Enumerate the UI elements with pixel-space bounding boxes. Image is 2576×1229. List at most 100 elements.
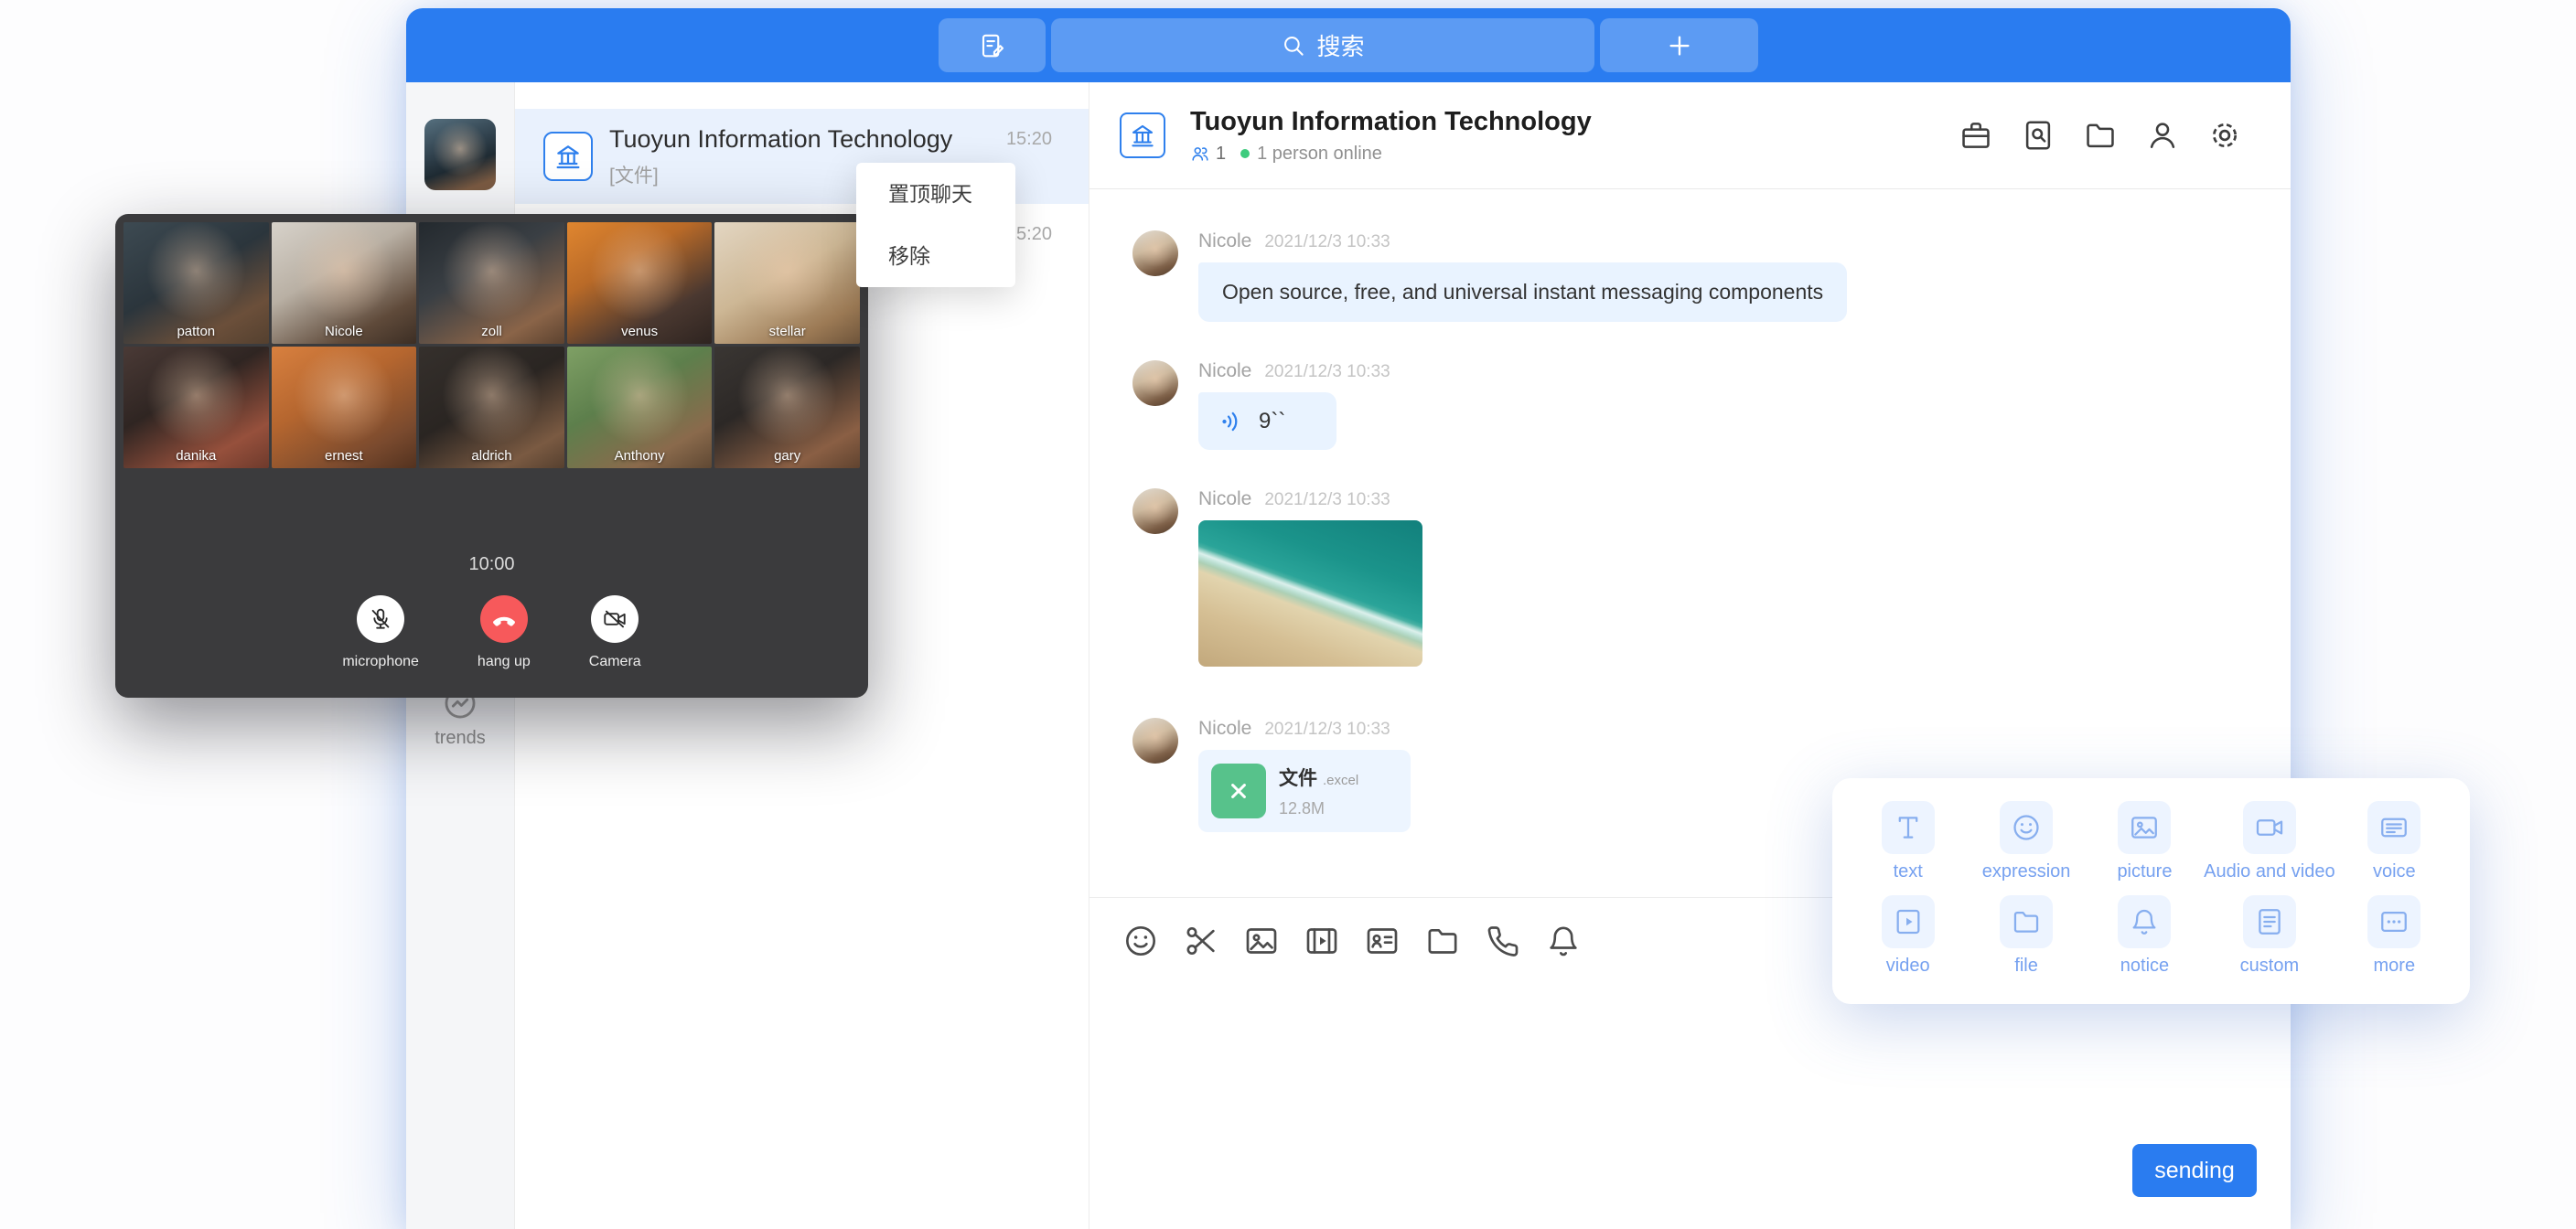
context-menu-item-remove[interactable]: 移除 (856, 225, 1015, 287)
sender-name: Nicole (1198, 718, 1251, 740)
contact-card-icon (1364, 923, 1401, 959)
more-icon (2367, 895, 2420, 948)
video-call-window: patton Nicole zoll venus stellar danika … (115, 214, 868, 698)
files-button[interactable] (2083, 118, 2118, 153)
video-tile: danika (123, 347, 269, 468)
image-message-thumbnail[interactable] (1198, 520, 1422, 667)
chat-history-icon (2021, 118, 2055, 153)
plus-icon (1666, 32, 1693, 59)
audio-video-icon (2243, 801, 2296, 854)
popover-item-audio-video[interactable]: Audio and video (2204, 801, 2334, 882)
chat-header-info: Tuoyun Information Technology 1 1 person… (1190, 107, 1592, 165)
notice-bell-icon (2118, 895, 2171, 948)
control-label: hang up (478, 654, 531, 670)
create-note-icon (979, 32, 1006, 59)
member-count: 1 (1216, 144, 1226, 165)
message-meta: Nicole 2021/12/3 10:33 (1198, 360, 1390, 384)
participant-name: venus (621, 324, 658, 339)
call-button[interactable] (1485, 923, 1521, 959)
online-status: 1 person online (1257, 144, 1382, 165)
message-body: Nicole 2021/12/3 10:33 9`` (1198, 360, 1390, 450)
add-button[interactable] (1600, 18, 1758, 72)
popover-item-voice[interactable]: voice (2335, 801, 2453, 882)
emoji-button[interactable] (1122, 923, 1159, 959)
search-icon (1281, 33, 1305, 58)
video-tile: venus (567, 222, 713, 344)
picture-button[interactable] (1243, 923, 1280, 959)
search-input[interactable]: 搜索 (1051, 18, 1594, 72)
archive-button[interactable] (1959, 118, 1993, 153)
members-button[interactable] (2145, 118, 2180, 153)
emoji-icon (1122, 923, 1159, 959)
text-icon (1882, 801, 1935, 854)
participant-name: ernest (325, 448, 363, 464)
video-button[interactable] (1304, 923, 1340, 959)
file-button[interactable] (1424, 923, 1461, 959)
settings-button[interactable] (2207, 118, 2242, 153)
message-voice: Nicole 2021/12/3 10:33 9`` (1132, 360, 2254, 450)
sender-avatar[interactable] (1132, 230, 1178, 276)
voice-message-bubble[interactable]: 9`` (1198, 392, 1336, 450)
topbar-controls: 搜索 (939, 18, 1758, 72)
message-meta: Nicole 2021/12/3 10:33 (1198, 488, 1422, 512)
screenshot-button[interactable] (1183, 923, 1219, 959)
voice-card-icon (2367, 801, 2420, 854)
search-placeholder: 搜索 (1316, 28, 1364, 62)
participant-name: Anthony (615, 448, 665, 464)
file-size: 12.8M (1279, 799, 1358, 818)
contact-card-button[interactable] (1364, 923, 1401, 959)
message-timestamp: 2021/12/3 10:33 (1264, 362, 1390, 382)
bell-icon (1545, 923, 1582, 959)
hang-up-control: hang up (478, 595, 531, 670)
popover-item-expression[interactable]: expression (1967, 801, 2085, 882)
context-menu: 置顶聊天 移除 (856, 163, 1015, 287)
picture-icon (1243, 923, 1280, 959)
sender-name: Nicole (1198, 230, 1251, 252)
sender-avatar[interactable] (1132, 488, 1178, 534)
popover-item-file[interactable]: file (1967, 895, 2085, 977)
popover-item-text[interactable]: text (1849, 801, 1967, 882)
popover-item-video[interactable]: video (1849, 895, 1967, 977)
archive-icon (1959, 118, 1993, 153)
file-info: 文件 .excel 12.8M (1279, 764, 1358, 818)
text-message-bubble: Open source, free, and universal instant… (1198, 262, 1847, 322)
sender-avatar[interactable] (1132, 360, 1178, 406)
video-tile: zoll (419, 222, 564, 344)
message-body: Nicole 2021/12/3 10:33 Open source, free… (1198, 230, 1847, 322)
notice-button[interactable] (1545, 923, 1582, 959)
popover-item-picture[interactable]: picture (2086, 801, 2204, 882)
excel-x-icon (1226, 778, 1251, 804)
control-label: microphone (342, 654, 419, 670)
trends-label: trends (435, 728, 486, 749)
sender-avatar[interactable] (1132, 718, 1178, 764)
members-icon (1190, 144, 1210, 164)
group-avatar (1120, 112, 1165, 158)
picture-icon (2118, 801, 2171, 854)
participant-name: aldrich (471, 448, 511, 464)
app-topbar: 搜索 (406, 8, 2291, 82)
send-button[interactable]: sending (2132, 1144, 2257, 1197)
message-body: Nicole 2021/12/3 10:33 (1198, 488, 1422, 667)
chat-history-button[interactable] (2021, 118, 2055, 153)
folder-icon (2083, 118, 2118, 153)
company-icon (1129, 122, 1156, 149)
user-avatar[interactable] (424, 119, 496, 190)
microphone-button[interactable] (357, 595, 404, 643)
conversation-title: Tuoyun Information Technology (609, 125, 1052, 154)
voice-icon (1218, 408, 1246, 435)
create-note-button[interactable] (939, 18, 1046, 72)
desktop-background: 搜索 trends Tuoyun Information T (0, 0, 2576, 1229)
hang-up-button[interactable] (480, 595, 528, 643)
popover-item-more[interactable]: more (2335, 895, 2453, 977)
file-message-card[interactable]: 文件 .excel 12.8M (1198, 750, 1411, 832)
popover-item-notice[interactable]: notice (2086, 895, 2204, 977)
camera-control: Camera (589, 595, 641, 670)
participant-name: Nicole (325, 324, 363, 339)
sender-name: Nicole (1198, 488, 1251, 510)
popover-item-custom[interactable]: custom (2204, 895, 2334, 977)
phone-icon (1485, 923, 1521, 959)
call-timer: 10:00 (115, 554, 868, 575)
context-menu-item-pin[interactable]: 置顶聊天 (856, 163, 1015, 225)
expression-icon (2000, 801, 2053, 854)
camera-button[interactable] (591, 595, 639, 643)
